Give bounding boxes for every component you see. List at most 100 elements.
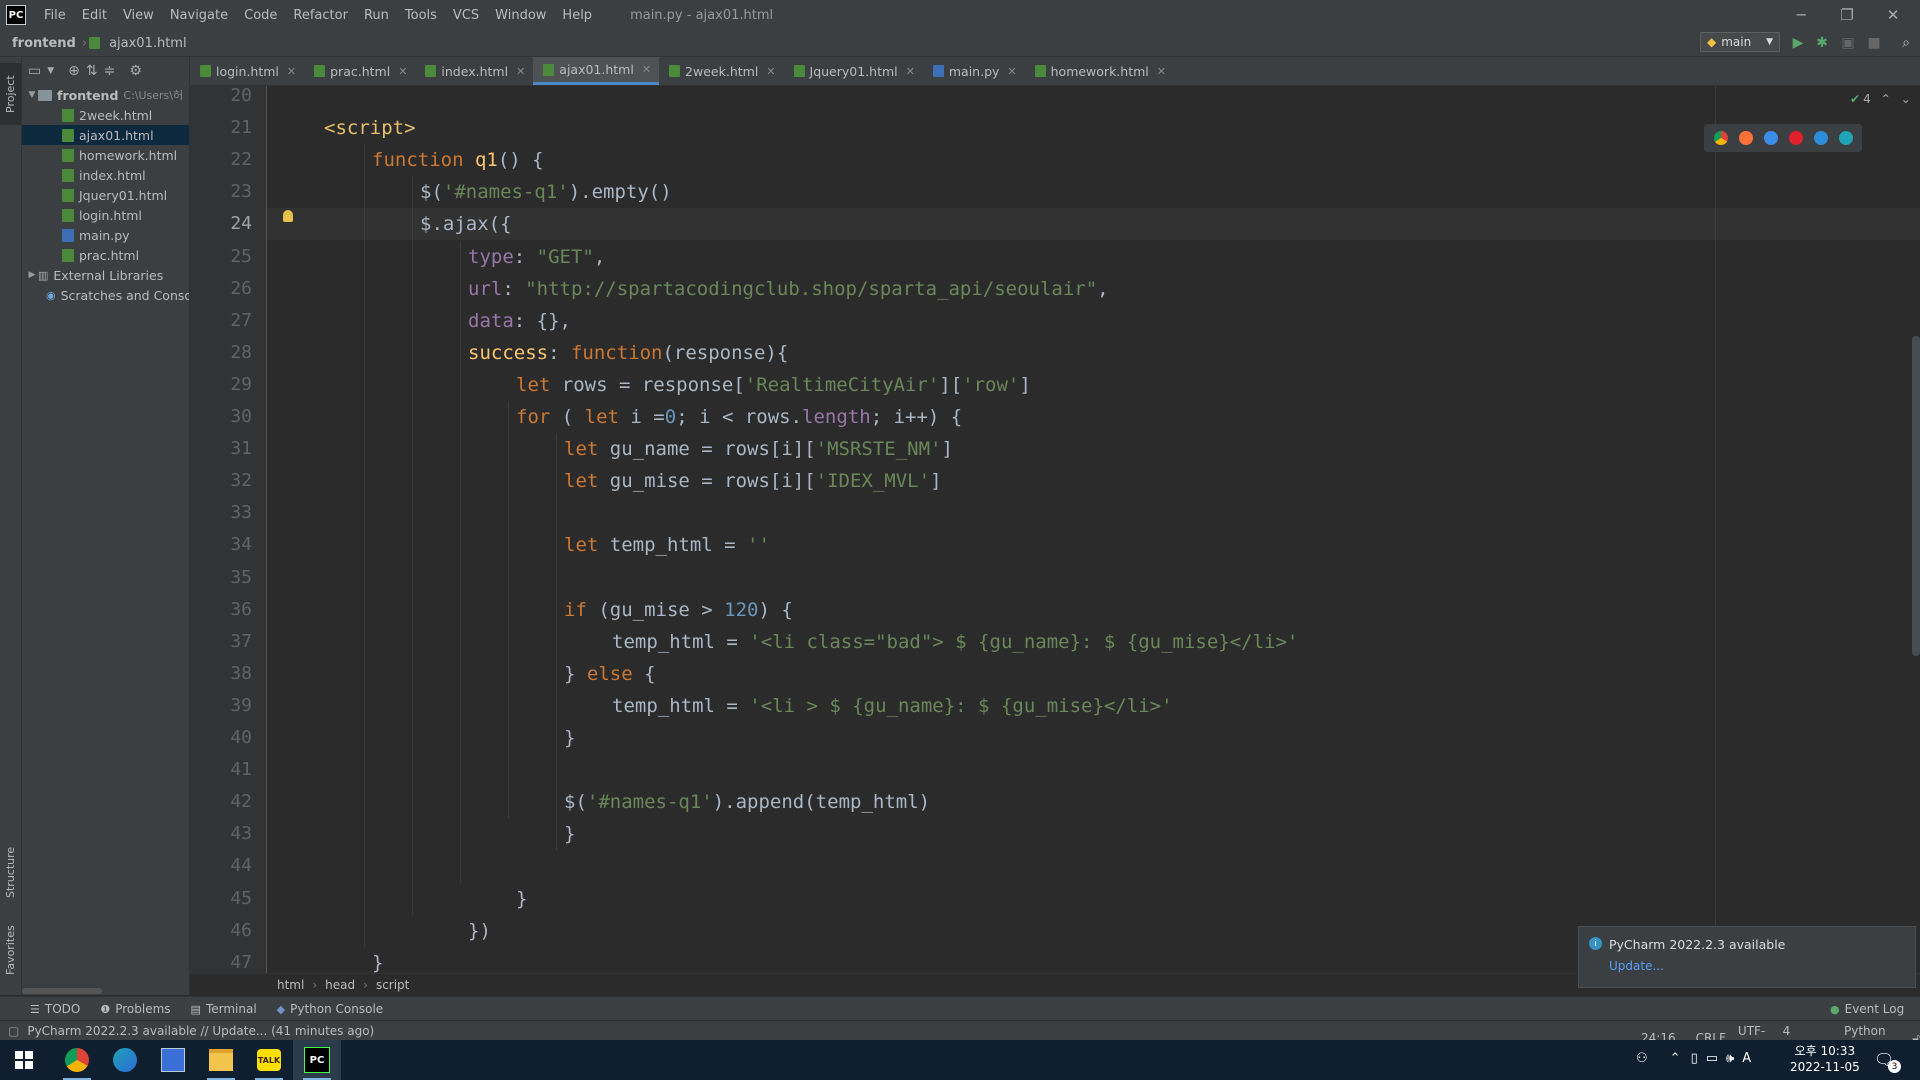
tab-main-py[interactable]: main.py ✕ bbox=[923, 57, 1025, 85]
chevron-right-icon[interactable]: ▶ bbox=[26, 270, 38, 280]
code-line[interactable]: } bbox=[564, 722, 575, 754]
chevron-down-icon[interactable]: ▼ bbox=[26, 90, 38, 100]
search-icon[interactable]: ⌕ bbox=[1896, 33, 1916, 53]
update-link[interactable]: Update... bbox=[1609, 959, 1664, 973]
coverage-icon[interactable]: ▣ bbox=[1838, 33, 1858, 53]
menu-file[interactable]: File bbox=[36, 8, 74, 23]
structure-tool-tab[interactable]: Structure bbox=[0, 837, 21, 907]
tree-file[interactable]: login.html bbox=[22, 205, 189, 225]
ie-icon[interactable] bbox=[1813, 131, 1828, 145]
battery-icon[interactable]: ▯ bbox=[1691, 1051, 1698, 1066]
taskbar-pycharm[interactable]: PC bbox=[293, 1040, 341, 1080]
close-icon[interactable]: ✕ bbox=[287, 65, 296, 78]
code-line[interactable]: success: function(response){ bbox=[468, 337, 788, 369]
code-line[interactable]: } bbox=[372, 947, 383, 973]
close-icon[interactable]: ✕ bbox=[1157, 65, 1166, 78]
locate-icon[interactable]: ⊕ bbox=[68, 63, 80, 79]
event-log-tool-tab[interactable]: ● Event Log bbox=[1830, 1002, 1904, 1016]
nav-project[interactable]: frontend bbox=[0, 36, 80, 51]
chevron-up-icon[interactable]: ⌃ bbox=[1881, 92, 1891, 106]
python-console-tool-tab[interactable]: ◆ Python Console bbox=[277, 1002, 384, 1016]
lightbulb-icon[interactable] bbox=[283, 210, 293, 222]
taskbar-edge[interactable] bbox=[101, 1040, 149, 1080]
ime-indicator[interactable]: A bbox=[1742, 1051, 1751, 1066]
close-icon[interactable]: ✕ bbox=[398, 65, 407, 78]
opera-icon[interactable] bbox=[1788, 131, 1803, 145]
menu-navigate[interactable]: Navigate bbox=[162, 8, 236, 23]
breadcrumb-item[interactable]: html bbox=[277, 978, 304, 992]
problems-tool-tab[interactable]: ❶ Problems bbox=[100, 1002, 170, 1016]
chevron-down-icon[interactable]: ⌄ bbox=[1901, 92, 1911, 106]
code-line[interactable]: let gu_mise = rows[i]['IDEX_MVL'] bbox=[564, 465, 942, 497]
tree-file[interactable]: index.html bbox=[22, 165, 189, 185]
close-icon[interactable]: ✕ bbox=[766, 65, 775, 78]
tab-index-html[interactable]: index.html ✕ bbox=[415, 57, 533, 85]
start-button[interactable] bbox=[0, 1040, 48, 1080]
pycharm-logo-icon[interactable]: PC bbox=[6, 5, 26, 25]
tree-file[interactable]: 2week.html bbox=[22, 105, 189, 125]
code-line[interactable]: <script> bbox=[324, 112, 416, 144]
minimize-icon[interactable]: ─ bbox=[1778, 0, 1824, 30]
menu-edit[interactable]: Edit bbox=[74, 8, 115, 23]
gear-icon[interactable]: ⚙ bbox=[129, 63, 142, 79]
code-editor[interactable]: 20 21 22 23 24 25 26 27 28 29 30 31 32 33 34 35 36 37 38 39… bbox=[190, 86, 1920, 973]
stop-icon[interactable]: ■ bbox=[1864, 33, 1884, 53]
code-line[interactable]: if (gu_mise > 120) { bbox=[564, 594, 793, 626]
tree-file[interactable]: Jquery01.html bbox=[22, 185, 189, 205]
breadcrumb-item[interactable]: head bbox=[325, 978, 355, 992]
menu-vcs[interactable]: VCS bbox=[445, 8, 487, 23]
tab-prac-html[interactable]: prac.html ✕ bbox=[304, 57, 415, 85]
safari-icon[interactable] bbox=[1763, 131, 1778, 145]
breadcrumb-item[interactable]: script bbox=[376, 978, 409, 992]
code-line[interactable]: } bbox=[564, 818, 575, 850]
taskbar-file-explorer[interactable] bbox=[197, 1040, 245, 1080]
code-line[interactable]: function q1() { bbox=[372, 144, 544, 176]
tab-ajax01-html[interactable]: ajax01.html ✕ bbox=[533, 57, 660, 85]
collapse-all-icon[interactable]: ≑ bbox=[104, 63, 116, 79]
menu-help[interactable]: Help bbox=[554, 8, 600, 23]
run-icon[interactable]: ▶ bbox=[1788, 33, 1808, 53]
tree-file[interactable]: prac.html bbox=[22, 245, 189, 265]
taskbar-chrome[interactable] bbox=[53, 1040, 101, 1080]
layout-icon[interactable]: ▢ bbox=[8, 1024, 19, 1038]
code-line[interactable]: $('#names-q1').append(temp_html) bbox=[564, 786, 930, 818]
code-line[interactable]: let temp_html = '' bbox=[564, 529, 770, 561]
close-icon[interactable]: ✕ bbox=[516, 65, 525, 78]
code-line[interactable]: $.ajax({ bbox=[420, 208, 512, 240]
expand-all-icon[interactable]: ⇅ bbox=[86, 63, 98, 79]
close-icon[interactable]: ✕ bbox=[642, 63, 651, 76]
chevron-down-icon[interactable]: ▼ bbox=[47, 66, 54, 76]
tree-file[interactable]: homework.html bbox=[22, 145, 189, 165]
tree-root-folder[interactable]: ▼ frontend C:\Users\허 bbox=[22, 85, 189, 105]
network-icon[interactable]: ▭ bbox=[1706, 1051, 1718, 1066]
clock[interactable]: 오후 10:33 2022-11-05 bbox=[1790, 1043, 1860, 1075]
tab-homework-html[interactable]: homework.html ✕ bbox=[1025, 57, 1174, 85]
debug-icon[interactable]: ✱ bbox=[1812, 33, 1832, 53]
menu-run[interactable]: Run bbox=[356, 8, 397, 23]
code-line[interactable]: } else { bbox=[564, 658, 656, 690]
close-icon[interactable]: ✕ bbox=[906, 65, 915, 78]
code-line[interactable]: $('#names-q1').empty() bbox=[420, 176, 672, 208]
tab-login-html[interactable]: login.html ✕ bbox=[190, 57, 304, 85]
code-line[interactable]: url: "http://spartacodingclub.shop/spart… bbox=[468, 273, 1109, 305]
project-view-icon[interactable]: ▭ bbox=[28, 63, 41, 79]
menu-view[interactable]: View bbox=[115, 8, 162, 23]
code-line[interactable]: let gu_name = rows[i]['MSRSTE_NM'] bbox=[564, 433, 953, 465]
code-line[interactable]: temp_html = '<li class="bad"> $ {gu_name… bbox=[612, 626, 1298, 658]
code-line[interactable]: }) bbox=[468, 915, 491, 947]
inspection-widget[interactable]: ✔ 4 ⌃ ⌄ bbox=[1850, 92, 1911, 106]
menu-code[interactable]: Code bbox=[236, 8, 285, 23]
tab-2week-html[interactable]: 2week.html ✕ bbox=[659, 57, 783, 85]
restore-icon[interactable]: ❐ bbox=[1824, 0, 1870, 30]
edge-icon[interactable] bbox=[1838, 131, 1853, 145]
run-config-select[interactable]: ◆ main ▼ bbox=[1700, 32, 1780, 52]
code-line[interactable]: let rows = response['RealtimeCityAir']['… bbox=[516, 369, 1031, 401]
favorites-tool-tab[interactable]: Favorites bbox=[0, 915, 21, 985]
chevron-up-icon[interactable]: ⌃ bbox=[1670, 1051, 1681, 1066]
todo-tool-tab[interactable]: ☰ TODO bbox=[30, 1002, 80, 1016]
nav-file[interactable]: ajax01.html bbox=[105, 36, 191, 51]
menu-tools[interactable]: Tools bbox=[397, 8, 445, 23]
status-message[interactable]: PyCharm 2022.2.3 available // Update... … bbox=[27, 1024, 374, 1038]
tab-jquery01-html[interactable]: Jquery01.html ✕ bbox=[784, 57, 923, 85]
volume-icon[interactable]: 🕪︎ bbox=[1726, 1051, 1734, 1066]
